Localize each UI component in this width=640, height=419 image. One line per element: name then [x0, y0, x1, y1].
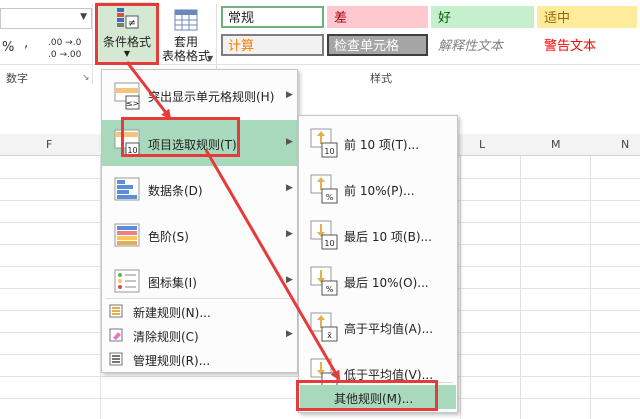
icon-sets-icon	[114, 269, 140, 293]
submenu-item-label: 低于平均值(V)...	[344, 368, 434, 382]
below-average-icon	[310, 358, 338, 388]
submenu-arrow-icon: ▶	[286, 229, 293, 239]
submenu-item-bottom-10-items[interactable]: 10 最后 10 项(B)...	[299, 212, 457, 258]
above-average-icon: x̄	[310, 312, 338, 342]
number-group-label: 数字	[6, 72, 28, 85]
gridline-column	[460, 156, 461, 419]
column-header-m[interactable]: M	[551, 138, 561, 151]
submenu-item-label: 前 10 项(T)...	[344, 138, 420, 152]
top-10-percent-icon: %	[310, 174, 338, 204]
manage-rules-icon	[109, 352, 123, 366]
cell-style-explanatory-text[interactable]: 解释性文本	[431, 34, 534, 56]
cell-style-normal[interactable]: 常规	[221, 6, 324, 28]
submenu-item-label: 其他规则(M)...	[334, 392, 414, 406]
chevron-down-icon[interactable]: ▼	[80, 12, 87, 22]
menu-item-label: 突出显示单元格规则(H)	[148, 90, 275, 104]
color-scales-icon	[114, 223, 140, 247]
icon-text-le: ≤>	[126, 99, 139, 108]
submenu-arrow-icon: ▶	[286, 90, 293, 100]
column-header-l[interactable]: L	[479, 138, 485, 151]
menu-item-label: 新建规则(N)...	[133, 306, 211, 320]
format-as-table-button[interactable]: 套用 表格格式	[160, 2, 212, 64]
cell-style-good[interactable]: 好	[431, 6, 534, 28]
format-as-table-label-line2: 表格格式	[161, 49, 210, 63]
ribbon-bottom-divider	[0, 64, 640, 65]
cell-style-warning-text[interactable]: 警告文本	[537, 34, 637, 56]
submenu-item-bottom-10-percent[interactable]: % 最后 10%(O)...	[299, 258, 457, 304]
highlight-cells-rules-icon: ≤>	[114, 82, 140, 110]
menu-item-top-bottom-rules[interactable]: 10 项目选取规则(T) ▶	[102, 120, 297, 166]
submenu-arrow-icon: ▶	[286, 329, 293, 339]
conditional-formatting-label: 条件格式	[102, 35, 151, 49]
cell-style-check-cell[interactable]: 检查单元格	[327, 34, 428, 56]
menu-item-data-bars[interactable]: 数据条(D) ▶	[102, 166, 297, 212]
submenu-item-top-10-items[interactable]: 10 前 10 项(T)...	[299, 120, 457, 166]
cell-style-bad[interactable]: 差	[327, 6, 428, 28]
number-format-dropdown[interactable]: ▼	[0, 8, 92, 29]
menu-item-label: 色阶(S)	[148, 230, 189, 244]
menu-item-label: 项目选取规则(T)	[148, 138, 237, 152]
increase-decimal-button[interactable]: .00 →.0	[48, 38, 81, 48]
column-header-f[interactable]: F	[46, 138, 52, 151]
menu-item-label: 图标集(I)	[148, 276, 197, 290]
comma-style-button[interactable]: ,	[24, 36, 28, 51]
column-header-n[interactable]: N	[621, 138, 629, 151]
gridline-column	[520, 156, 521, 419]
bottom-10-percent-icon: %	[310, 266, 338, 296]
conditional-formatting-menu: ≤> 突出显示单元格规则(H) ▶ 10 项目选取规则(T) ▶ 数据条(D) …	[101, 69, 298, 373]
top-10-items-icon: 10	[310, 128, 338, 158]
menu-separator	[303, 382, 453, 383]
submenu-arrow-icon: ▶	[286, 275, 293, 285]
menu-item-label: 数据条(D)	[148, 184, 203, 198]
submenu-item-above-average[interactable]: x̄ 高于平均值(A)...	[299, 304, 457, 350]
clear-rules-icon	[109, 328, 123, 342]
ribbon-divider	[92, 4, 93, 84]
submenu-arrow-icon: ▶	[286, 183, 293, 193]
chevron-down-icon[interactable]: ▼	[207, 54, 213, 63]
top-bottom-rules-icon: 10	[114, 129, 140, 157]
menu-item-color-scales[interactable]: 色阶(S) ▶	[102, 212, 297, 258]
conditional-formatting-icon: ≠	[117, 8, 139, 29]
decrease-decimal-button[interactable]: .0 →.00	[48, 50, 81, 60]
percent-style-button[interactable]: %	[2, 40, 14, 55]
dialog-launcher-icon[interactable]: ↘	[82, 73, 90, 83]
menu-item-manage-rules[interactable]: 管理规则(R)...	[102, 347, 297, 371]
menu-item-label: 清除规则(C)	[133, 330, 199, 344]
submenu-item-top-10-percent[interactable]: % 前 10%(P)...	[299, 166, 457, 212]
new-rule-icon	[109, 304, 123, 318]
icon-text: x̄	[327, 331, 332, 340]
format-as-table-label-line1: 套用	[173, 35, 198, 49]
icon-text: %	[326, 193, 334, 202]
icon-text: 10	[324, 147, 334, 156]
icon-text: 10	[324, 239, 334, 248]
submenu-arrow-icon: ▶	[286, 137, 293, 147]
icon-text-10: 10	[127, 146, 137, 155]
data-bars-icon	[114, 177, 140, 201]
format-as-table-icon	[174, 9, 198, 31]
submenu-item-more-rules[interactable]: 其他规则(M)...	[300, 385, 456, 409]
menu-item-clear-rules[interactable]: 清除规则(C) ▶	[102, 323, 297, 347]
icon-text: %	[326, 285, 334, 294]
submenu-item-label: 前 10%(P)...	[344, 184, 415, 198]
cell-style-calculation[interactable]: 计算	[221, 34, 324, 56]
top-bottom-rules-submenu: 10 前 10 项(T)... % 前 10%(P)... 10 最后 10 项…	[298, 115, 458, 413]
menu-item-highlight-cells-rules[interactable]: ≤> 突出显示单元格规则(H) ▶	[102, 72, 297, 120]
chevron-down-icon: ▼	[123, 49, 131, 58]
menu-item-new-rule[interactable]: 新建规则(N)...	[102, 299, 297, 323]
svg-text:≠: ≠	[128, 18, 136, 29]
styles-group-label: 样式	[370, 72, 392, 85]
conditional-formatting-button[interactable]: ≠ 条件格式 ▼	[96, 2, 158, 64]
gridline-column	[590, 156, 591, 419]
submenu-item-label: 最后 10%(O)...	[344, 276, 429, 290]
bottom-10-items-icon: 10	[310, 220, 338, 250]
cell-style-neutral[interactable]: 适中	[537, 6, 637, 28]
menu-item-label: 管理规则(R)...	[133, 354, 211, 368]
submenu-item-label: 最后 10 项(B)...	[344, 230, 432, 244]
ribbon: ▼ % , .00 →.0 .0 →.00 数字 ↘ ≠ 条件格式 ▼ 套用 表…	[0, 0, 640, 92]
submenu-item-label: 高于平均值(A)...	[344, 322, 434, 336]
